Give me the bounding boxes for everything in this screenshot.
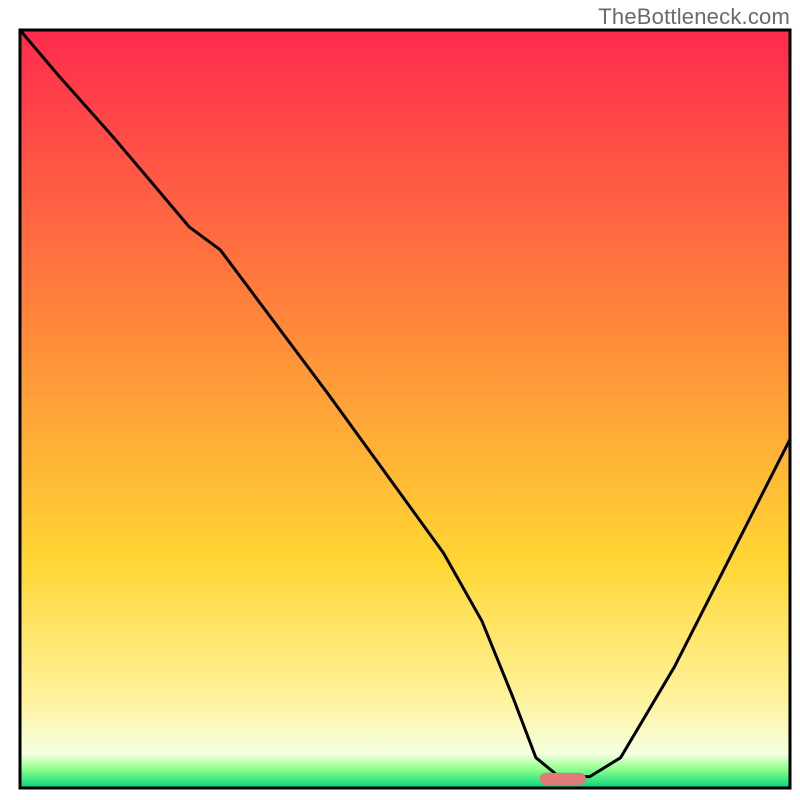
bottleneck-chart	[0, 0, 800, 800]
watermark-text: TheBottleneck.com	[598, 4, 790, 30]
plot-background	[20, 30, 790, 788]
chart-container: TheBottleneck.com	[0, 0, 800, 800]
optimal-marker	[540, 773, 586, 785]
